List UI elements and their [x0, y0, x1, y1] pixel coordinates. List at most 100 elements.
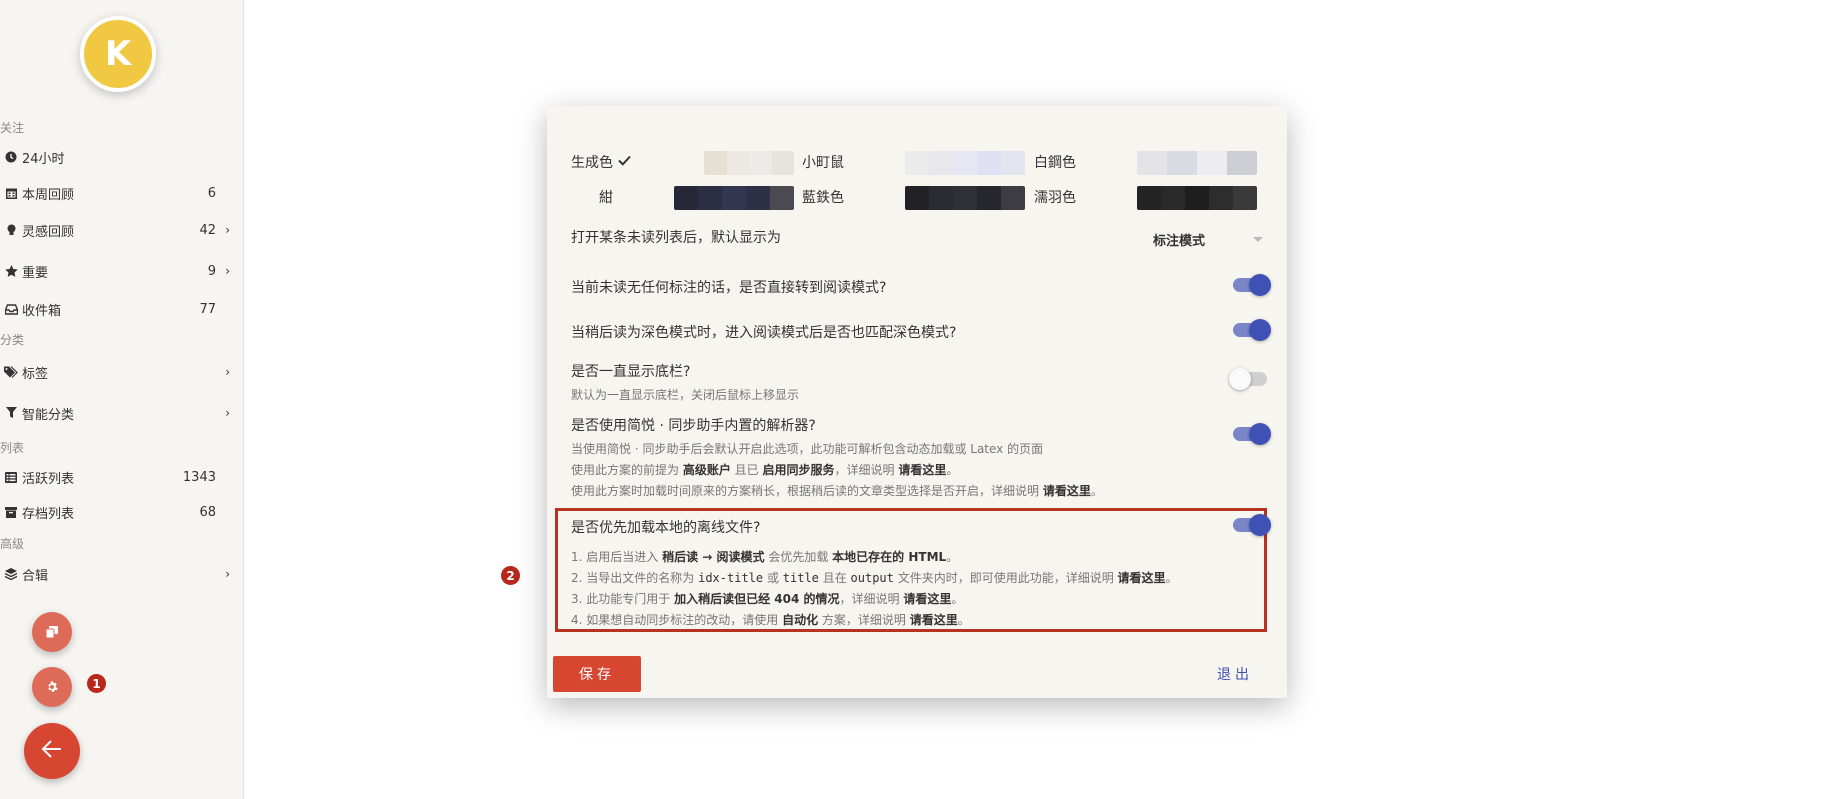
theme-swatch-generated[interactable] [704, 151, 794, 175]
section-follow: 关注 [0, 121, 25, 135]
settings-dialog: 生成色 小町鼠 白鋼色 紺 藍鉄色 濡羽色 打开某条未读列表后，默认显示为 标注… [547, 106, 1287, 698]
parser-help-link-1[interactable]: 请看这里 [898, 463, 946, 477]
sidebar-item-smart-category[interactable]: 智能分类 › [4, 401, 230, 425]
theme-option-nureba[interactable]: 濡羽色 [1034, 187, 1076, 207]
sidebar-item-active-list[interactable]: 活跃列表 1343 [4, 465, 230, 489]
option-footer-desc: 默认为一直显示底栏，关闭后鼠标上移显示 [571, 388, 800, 402]
chevron-right-icon: › [225, 264, 230, 278]
save-button[interactable]: 保存 [553, 656, 641, 692]
theme-option-komachi-nezu[interactable]: 小町鼠 [802, 152, 844, 172]
sidebar: K 关注 24小时 本周回顾 6 灵感回顾 42 › 重要 9 › 收件箱 77… [0, 0, 244, 799]
sidebar-item-24h[interactable]: 24小时 [4, 145, 230, 169]
default-view-select[interactable]: 标注模式 [1153, 226, 1267, 252]
avatar[interactable]: K [80, 16, 156, 92]
toggle-footer[interactable] [1229, 368, 1267, 390]
sidebar-item-archive-list[interactable]: 存档列表 68 [4, 500, 230, 524]
sidebar-item-tags[interactable]: 标签 › [4, 360, 230, 384]
sidebar-item-label: 本周回顾 [22, 187, 75, 203]
theme-option-kon[interactable]: 紺 [599, 187, 613, 207]
default-view-label: 打开某条未读列表后，默认显示为 [571, 230, 781, 246]
sidebar-item-label: 24小时 [22, 151, 65, 167]
chevron-right-icon: › [225, 406, 230, 420]
theme-swatch-nureba[interactable] [1137, 186, 1257, 210]
toggle-dark-mode[interactable] [1233, 319, 1271, 341]
offline-desc-1: 1. 启用后当进入 稍后读 → 阅读模式 会优先加载 本地已存在的 HTML。 [571, 550, 959, 564]
sidebar-item-label: 智能分类 [22, 407, 75, 423]
sidebar-item-weekly[interactable]: 本周回顾 6 [4, 181, 230, 205]
toggle-parser[interactable] [1233, 423, 1271, 445]
option-dark-label: 当稍后读为深色模式时，进入阅读模式后是否也匹配深色模式? [571, 325, 957, 341]
list-icon [4, 470, 18, 484]
back-button[interactable] [24, 723, 80, 779]
option-parser-desc-2: 使用此方案的前提为 高级账户 且已 启用同步服务，详细说明 请看这里。 [571, 463, 959, 477]
section-category: 分类 [0, 333, 25, 347]
offline-help-link-2[interactable]: 请看这里 [903, 592, 951, 606]
theme-option-aitetsu[interactable]: 藍鉄色 [802, 187, 844, 207]
toggle-reader-mode[interactable] [1233, 274, 1271, 296]
default-view-value: 标注模式 [1153, 233, 1206, 249]
sidebar-item-label: 合辑 [22, 568, 49, 584]
sidebar-item-count: 1343 [182, 469, 216, 485]
option-footer-label: 是否一直显示底栏? [571, 364, 691, 380]
option-parser-desc-3: 使用此方案时加载时间原来的方案稍长，根据稍后读的文章类型选择是否开启，详细说明 … [571, 484, 1103, 498]
theme-option-hakuko[interactable]: 白鋼色 [1034, 152, 1076, 172]
copy-icon [45, 623, 58, 642]
sidebar-item-inspiration[interactable]: 灵感回顾 42 › [4, 218, 230, 242]
sidebar-item-label: 收件箱 [22, 303, 62, 319]
theme-label: 紺 [599, 190, 613, 206]
sidebar-item-collection[interactable]: 合辑 › [4, 562, 230, 586]
step-badge-1: 1 [87, 674, 106, 693]
sidebar-item-label: 存档列表 [22, 506, 75, 522]
layers-icon [4, 567, 18, 581]
exit-button[interactable]: 退出 [1217, 664, 1253, 684]
copy-button[interactable] [32, 612, 72, 652]
sidebar-item-inbox[interactable]: 收件箱 77 [4, 297, 230, 321]
step-badge-2: 2 [501, 566, 520, 585]
theme-label: 小町鼠 [802, 155, 844, 171]
chevron-right-icon: › [225, 365, 230, 379]
option-offline-label: 是否优先加载本地的离线文件? [571, 520, 761, 536]
theme-label: 生成色 [571, 155, 613, 171]
filter-icon [4, 406, 18, 420]
bulb-icon [4, 223, 18, 237]
theme-swatch-aitetsu[interactable] [905, 186, 1025, 210]
offline-desc-3: 3. 此功能专门用于 加入稍后读但已经 404 的情况，详细说明 请看这里。 [571, 592, 964, 606]
toggle-offline[interactable] [1233, 514, 1271, 536]
offline-help-link-3[interactable]: 请看这里 [910, 613, 958, 627]
parser-help-link-2[interactable]: 请看这里 [1043, 484, 1091, 498]
sidebar-item-label: 标签 [22, 366, 49, 382]
settings-button[interactable] [32, 667, 72, 707]
sidebar-item-count: 77 [199, 301, 216, 317]
sidebar-item-label: 活跃列表 [22, 471, 75, 487]
option-parser-label: 是否使用简悦 · 同步助手内置的解析器? [571, 418, 816, 434]
calendar-icon [4, 186, 18, 200]
theme-label: 濡羽色 [1034, 190, 1076, 206]
gear-icon [46, 678, 58, 697]
star-icon [4, 264, 18, 278]
section-advanced: 高级 [0, 537, 25, 551]
sidebar-item-count: 9 [207, 263, 216, 279]
sidebar-item-count: 68 [199, 504, 216, 520]
offline-desc-4: 4. 如果想自动同步标注的改动，请使用 自动化 方案，详细说明 请看这里。 [571, 613, 970, 627]
option-reader-label: 当前未读无任何标注的话，是否直接转到阅读模式? [571, 280, 887, 296]
tags-icon [4, 365, 18, 379]
offline-help-link-1[interactable]: 请看这里 [1118, 571, 1166, 585]
sidebar-item-count: 42 [199, 222, 216, 238]
chevron-right-icon: › [225, 567, 230, 581]
option-parser-desc-1: 当使用简悦 · 同步助手后会默认开启此选项，此功能可解析包含动态加载或 Late… [571, 442, 1044, 456]
clock-icon [4, 150, 18, 164]
chevron-right-icon: › [225, 223, 230, 237]
sidebar-item-important[interactable]: 重要 9 › [4, 259, 230, 283]
offline-desc-2: 2. 当导出文件的名称为 idx-title 或 title 且在 output… [571, 571, 1178, 585]
theme-swatch-hakuko[interactable] [1137, 151, 1257, 175]
theme-swatch-kon[interactable] [674, 186, 794, 210]
archive-icon [4, 505, 18, 519]
sidebar-item-label: 重要 [22, 265, 49, 281]
section-lists: 列表 [0, 441, 25, 455]
caret-down-icon [1253, 236, 1263, 242]
check-icon [618, 154, 631, 170]
inbox-icon [4, 302, 18, 316]
theme-swatch-komachi-nezu[interactable] [905, 151, 1025, 175]
theme-option-generated[interactable]: 生成色 [571, 152, 631, 172]
sidebar-item-label: 灵感回顾 [22, 224, 75, 240]
